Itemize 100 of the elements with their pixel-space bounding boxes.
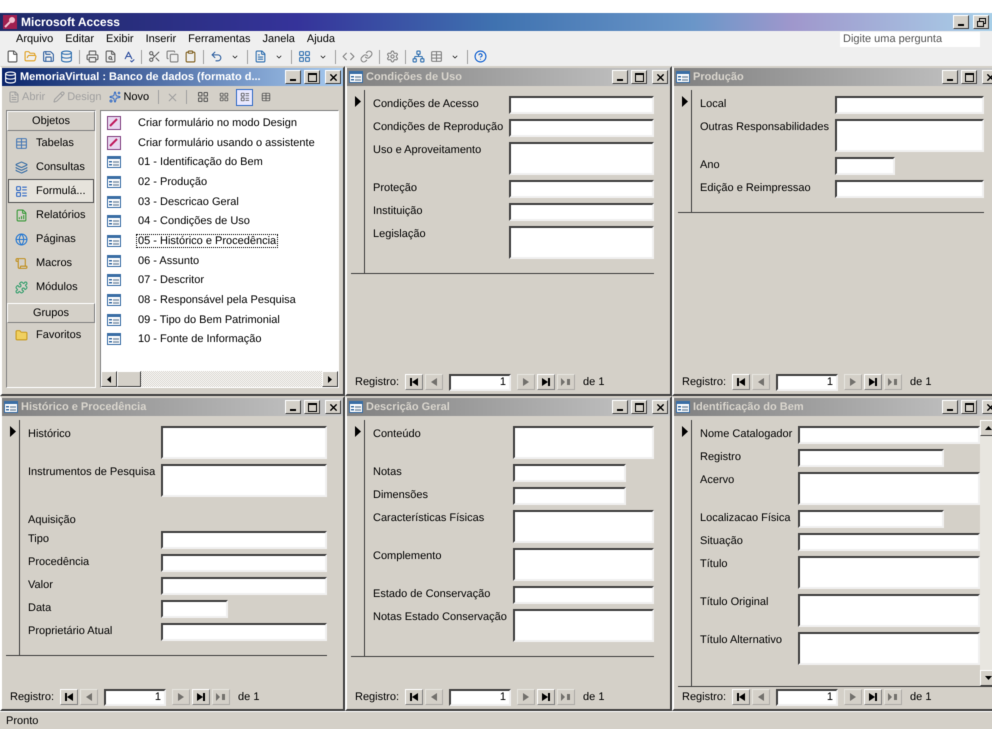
text-field[interactable] [512,464,626,482]
form-list-item[interactable]: 03 - Descricao Geral [105,192,334,212]
groups-header[interactable]: Grupos [7,303,95,323]
group-item[interactable]: Favoritos [8,323,94,347]
menu-item[interactable]: Arquivo [10,33,60,45]
text-field[interactable] [509,180,654,198]
toolbar-icon[interactable] [60,50,73,63]
new-record-button[interactable] [557,689,576,705]
toolbar-icon[interactable] [412,50,425,63]
horizontal-scrollbar[interactable] [101,371,338,387]
text-field[interactable] [509,119,654,137]
form-list-item[interactable]: 01 - Identificação do Bem [105,152,334,172]
toolbar-icon[interactable] [166,50,179,63]
text-field[interactable] [161,600,228,618]
new-button[interactable]: Novo [107,91,152,103]
text-field[interactable] [161,531,327,549]
text-field[interactable] [835,96,984,114]
next-record-button[interactable] [172,689,190,705]
first-record-button[interactable] [60,689,78,705]
toolbar-icon[interactable] [6,50,19,63]
last-record-button[interactable] [192,689,210,705]
first-record-button[interactable] [732,374,750,390]
object-type-item[interactable]: Consultas [8,155,94,179]
next-record-button[interactable] [517,374,536,390]
text-field[interactable] [512,586,654,604]
form-list-item[interactable]: Criar formulário usando o assistente [105,132,334,152]
toolbar-icon[interactable] [104,50,117,63]
toolbar-icon[interactable] [430,50,443,63]
maximize-button[interactable] [961,400,977,414]
new-record-button[interactable] [884,689,902,705]
scroll-thumb[interactable] [117,371,141,387]
toolbar-icon[interactable] [184,50,197,63]
new-record-button[interactable] [557,374,576,390]
minimize-button[interactable] [612,400,628,414]
text-field[interactable] [835,180,984,198]
record-number-field[interactable]: 1 [104,688,166,706]
record-number-field[interactable]: 1 [449,374,512,390]
form-list-item[interactable]: 09 - Tipo do Bem Patrimonial [105,310,334,330]
previous-record-button[interactable] [80,689,98,705]
toolbar-icon[interactable] [254,50,267,63]
new-record-button[interactable] [212,689,230,705]
vertical-scrollbar[interactable] [980,420,992,686]
text-field[interactable] [161,464,327,497]
text-field[interactable] [512,609,654,642]
next-record-button[interactable] [844,689,862,705]
text-field[interactable] [798,426,980,444]
first-record-button[interactable] [405,374,424,390]
first-record-button[interactable] [405,689,424,705]
menu-item[interactable]: Ajuda [300,33,342,45]
view-button[interactable] [236,88,254,106]
record-number-field[interactable]: 1 [776,688,838,706]
minimize-button[interactable] [942,400,958,414]
question-field[interactable]: Digite uma pergunta [840,32,980,46]
toolbar-icon[interactable] [148,50,161,63]
minimize-button[interactable] [953,15,969,29]
previous-record-button[interactable] [425,374,444,390]
text-field[interactable] [835,157,895,175]
restore-button[interactable] [973,15,989,29]
text-field[interactable] [161,554,327,572]
close-button[interactable] [325,400,341,414]
last-record-button[interactable] [864,689,882,705]
object-type-item[interactable]: Módulos [8,275,94,299]
text-field[interactable] [512,426,654,459]
maximize-button[interactable] [961,70,977,84]
next-record-button[interactable] [517,689,536,705]
maximize-button[interactable] [631,70,647,84]
form-list-item[interactable]: 04 - Condições de Uso [105,211,334,232]
previous-record-button[interactable] [425,689,444,705]
text-field[interactable] [798,594,980,627]
text-field[interactable] [161,623,327,641]
text-field[interactable] [798,449,944,467]
toolbar-icon[interactable] [86,50,99,63]
toolbar-icon[interactable] [386,50,399,63]
object-type-item[interactable]: Páginas [8,227,94,251]
menu-item[interactable]: Inserir [140,33,182,45]
toolbar-icon[interactable] [122,50,135,63]
last-record-button[interactable] [537,689,556,705]
minimize-button[interactable] [612,70,628,84]
form-list-item[interactable]: 05 - Histórico e Procedência [105,231,334,251]
record-number-field[interactable]: 1 [449,688,512,706]
minimize-button[interactable] [942,70,958,84]
text-field[interactable] [835,119,984,152]
form-list-item[interactable]: 08 - Responsável pela Pesquisa [105,290,334,310]
form-list-item[interactable]: Criar formulário no modo Design [105,113,334,133]
text-field[interactable] [798,632,980,665]
text-field[interactable] [161,577,327,595]
object-type-item[interactable]: Relatórios [8,203,94,227]
first-record-button[interactable] [732,689,750,705]
toolbar-icon[interactable] [42,50,55,63]
close-button[interactable] [652,400,668,414]
previous-record-button[interactable] [752,689,770,705]
object-type-item[interactable]: Tabelas [8,131,94,155]
record-number-field[interactable]: 1 [776,374,838,390]
close-button[interactable] [652,70,668,84]
form-list-item[interactable]: 07 - Descritor [105,270,334,290]
menu-item[interactable]: Exibir [100,33,140,45]
text-field[interactable] [798,533,980,551]
last-record-button[interactable] [864,374,882,390]
text-field[interactable] [512,548,654,581]
close-button[interactable] [325,70,341,84]
